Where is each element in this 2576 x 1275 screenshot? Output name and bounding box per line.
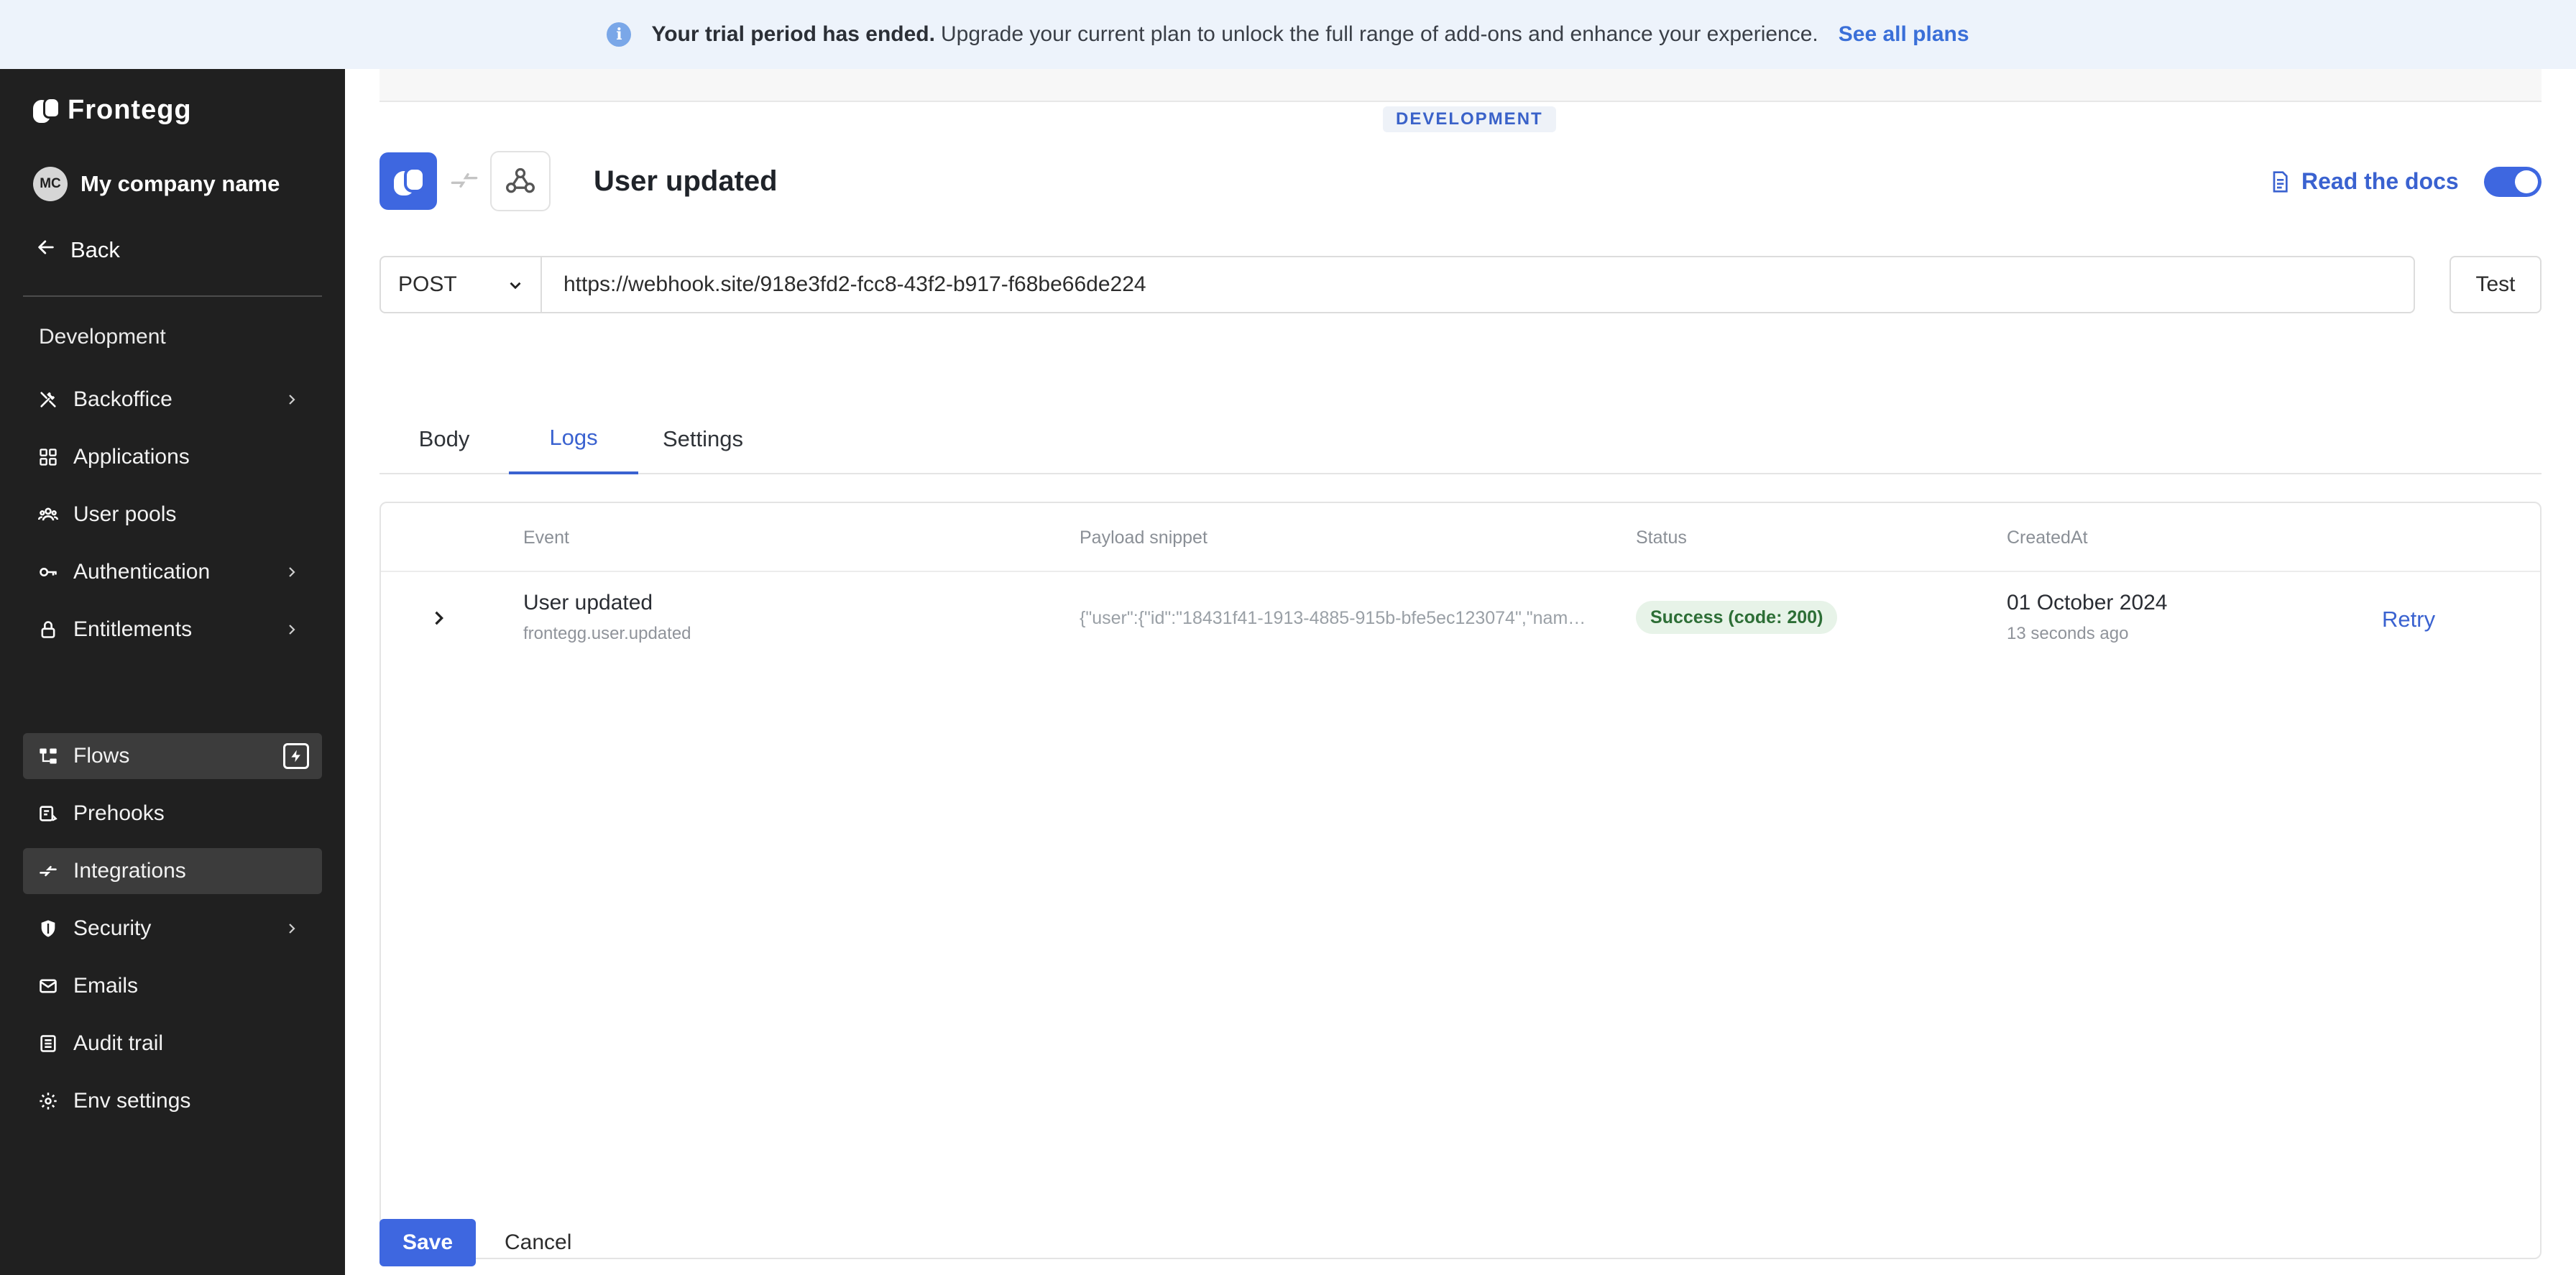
back-button[interactable]: Back bbox=[36, 237, 120, 263]
cancel-button[interactable]: Cancel bbox=[505, 1219, 571, 1266]
environment-badge: DEVELOPMENT bbox=[1383, 106, 1556, 132]
tab-settings[interactable]: Settings bbox=[638, 404, 768, 474]
table-header: Event Payload snippet Status CreatedAt bbox=[381, 503, 2540, 572]
sidebar-item-flows[interactable]: Flows bbox=[23, 733, 322, 779]
sidebar-item-emails[interactable]: Emails bbox=[23, 963, 322, 1009]
chevron-right-icon bbox=[289, 395, 295, 405]
key-icon bbox=[37, 561, 59, 583]
sidebar-item-integrations[interactable]: Integrations bbox=[23, 848, 322, 894]
sidebar-item-user-pools[interactable]: User pools bbox=[23, 492, 322, 538]
sidebar-item-label: Audit trail bbox=[73, 1031, 164, 1055]
grid-icon bbox=[37, 446, 59, 468]
users-icon bbox=[37, 504, 59, 525]
sidebar-section-title: Development bbox=[39, 325, 166, 349]
gear-icon bbox=[37, 1090, 59, 1112]
sidebar-item-prehooks[interactable]: Prehooks bbox=[23, 791, 322, 837]
sidebar: Frontegg MC My company name Back Develop… bbox=[0, 69, 345, 1275]
http-method-value: POST bbox=[398, 272, 457, 296]
tab-logs[interactable]: Logs bbox=[509, 404, 638, 474]
page-title: User updated bbox=[594, 165, 778, 197]
sidebar-item-label: Authentication bbox=[73, 560, 211, 584]
shield-icon bbox=[37, 918, 59, 939]
table-row[interactable]: User updated frontegg.user.updated {"use… bbox=[381, 572, 2540, 666]
tab-body[interactable]: Body bbox=[380, 404, 509, 474]
expand-row-chevron-icon[interactable] bbox=[428, 608, 448, 628]
read-docs-link[interactable]: Read the docs bbox=[2268, 168, 2459, 195]
column-header-status: Status bbox=[1636, 528, 1687, 548]
banner-title: Your trial period has ended. bbox=[651, 22, 935, 46]
save-button[interactable]: Save bbox=[380, 1219, 476, 1266]
sidebar-item-label: Integrations bbox=[73, 859, 186, 883]
sidebar-item-label: Security bbox=[73, 916, 152, 940]
lock-icon bbox=[37, 619, 59, 640]
tools-icon bbox=[37, 389, 59, 410]
sidebar-item-label: Emails bbox=[73, 974, 139, 998]
frontegg-logo-icon bbox=[33, 96, 60, 124]
top-toolbar-strip bbox=[380, 69, 2542, 102]
sidebar-item-label: Flows bbox=[73, 744, 130, 768]
sidebar-item-label: Prehooks bbox=[73, 801, 165, 825]
chevron-right-icon bbox=[289, 924, 295, 934]
retry-button[interactable]: Retry bbox=[2382, 607, 2435, 632]
sidebar-item-applications[interactable]: Applications bbox=[23, 434, 322, 480]
brand-name: Frontegg bbox=[68, 95, 192, 125]
back-label: Back bbox=[70, 237, 120, 262]
sidebar-divider bbox=[23, 295, 322, 297]
event-name: User updated bbox=[523, 591, 653, 615]
sidebar-item-label: Entitlements bbox=[73, 617, 193, 641]
column-header-created-at: CreatedAt bbox=[2007, 528, 2088, 548]
sidebar-item-label: Backoffice bbox=[73, 387, 172, 411]
event-key: frontegg.user.updated bbox=[523, 624, 691, 643]
frontegg-integration-logo bbox=[380, 152, 437, 210]
main-content: DEVELOPMENT User updated Read the docs P… bbox=[345, 69, 2576, 1275]
arrow-left-icon bbox=[36, 237, 56, 263]
http-method-select[interactable]: POST bbox=[380, 256, 542, 313]
sidebar-item-entitlements[interactable]: Entitlements bbox=[23, 607, 322, 653]
toggle-knob bbox=[2515, 170, 2538, 193]
sidebar-item-label: Applications bbox=[73, 445, 190, 469]
webhook-url-input[interactable]: https://webhook.site/918e3fd2-fcc8-43f2-… bbox=[540, 256, 2415, 313]
sidebar-item-audit-trail[interactable]: Audit trail bbox=[23, 1021, 322, 1067]
link-arrows-icon bbox=[451, 173, 478, 188]
chevron-right-icon bbox=[289, 567, 295, 577]
sidebar-item-label: User pools bbox=[73, 502, 177, 526]
chevron-down-icon bbox=[510, 282, 521, 290]
see-all-plans-link[interactable]: See all plans bbox=[1839, 22, 1969, 47]
webhook-icon bbox=[490, 151, 551, 211]
integration-enabled-toggle[interactable] bbox=[2484, 167, 2542, 197]
sidebar-item-backoffice[interactable]: Backoffice bbox=[23, 377, 322, 423]
logs-table: Event Payload snippet Status CreatedAt U… bbox=[380, 502, 2542, 1259]
flow-icon bbox=[37, 745, 59, 767]
created-relative: 13 seconds ago bbox=[2007, 624, 2129, 643]
prehook-icon bbox=[37, 803, 59, 824]
document-icon bbox=[2273, 170, 2288, 193]
sidebar-item-security[interactable]: Security bbox=[23, 906, 322, 952]
company-switcher[interactable]: MC My company name bbox=[33, 167, 280, 201]
created-date: 01 October 2024 bbox=[2007, 591, 2168, 615]
mail-icon bbox=[37, 975, 59, 997]
integrations-icon bbox=[37, 860, 59, 882]
read-docs-label: Read the docs bbox=[2301, 168, 2459, 194]
company-name: My company name bbox=[80, 171, 280, 196]
trial-banner: i Your trial period has ended. Upgrade y… bbox=[0, 0, 2576, 69]
company-avatar: MC bbox=[33, 167, 68, 201]
info-icon: i bbox=[607, 22, 632, 47]
status-badge: Success (code: 200) bbox=[1636, 601, 1838, 634]
bolt-icon bbox=[283, 743, 309, 769]
brand-logo[interactable]: Frontegg bbox=[33, 95, 192, 126]
chevron-right-icon bbox=[289, 625, 295, 635]
list-icon bbox=[37, 1033, 59, 1054]
sidebar-item-env-settings[interactable]: Env settings bbox=[23, 1078, 322, 1124]
column-header-event: Event bbox=[523, 528, 569, 548]
payload-snippet: {"user":{"id":"18431f41-1913-4885-915b-b… bbox=[1080, 608, 1591, 628]
sidebar-item-label: Env settings bbox=[73, 1089, 191, 1113]
tab-bar: Body Logs Settings bbox=[380, 404, 2542, 474]
test-button[interactable]: Test bbox=[2450, 256, 2542, 313]
banner-text: Upgrade your current plan to unlock the … bbox=[940, 22, 1818, 46]
column-header-payload: Payload snippet bbox=[1080, 528, 1208, 548]
sidebar-item-authentication[interactable]: Authentication bbox=[23, 549, 322, 595]
